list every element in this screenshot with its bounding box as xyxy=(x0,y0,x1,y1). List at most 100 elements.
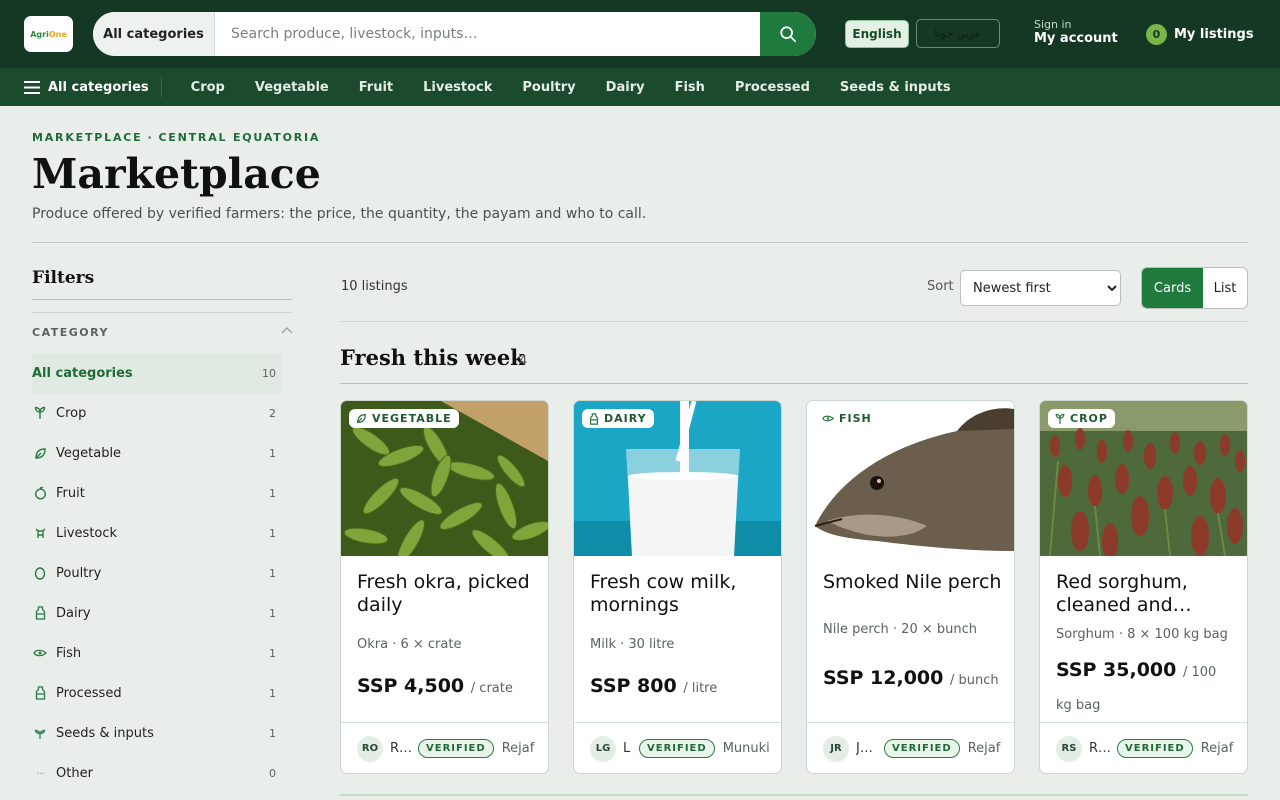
all-categories-menu[interactable]: All categories xyxy=(24,77,162,97)
avatar: LG xyxy=(590,735,616,762)
section-title: Fresh this week xyxy=(340,345,525,370)
listing-meta: Okra · 6 × crate xyxy=(357,637,462,652)
price-value: SSP 800 xyxy=(590,675,677,697)
filter-all-categories[interactable]: All categories 10 xyxy=(32,353,282,393)
listings-count-badge: 0 xyxy=(1146,24,1167,45)
site-logo[interactable]: Agri One xyxy=(24,16,73,52)
filter-livestock[interactable]: Livestock 1 xyxy=(32,513,282,553)
price-value: SSP 4,500 xyxy=(357,675,465,697)
filter-label: Dairy xyxy=(56,605,91,621)
listing-footer: RS R… VERIFIED Rejaf xyxy=(1040,722,1247,773)
listing-title[interactable]: Red sorghum, cleaned and… xyxy=(1056,571,1236,617)
filter-label: All categories xyxy=(32,365,133,381)
leaf-icon xyxy=(32,445,48,461)
price-value: SSP 12,000 xyxy=(823,667,944,689)
category-nav: All categories Crop Vegetable Fruit Live… xyxy=(0,68,1280,106)
filter-seeds-inputs[interactable]: Seeds & inputs 1 xyxy=(32,713,282,753)
listing-price: SSP 800 / litre xyxy=(590,675,717,697)
filter-crop[interactable]: Crop 2 xyxy=(32,393,282,433)
listing-card[interactable]: DAIRY Fresh cow milk, mornings Milk · 30… xyxy=(573,400,782,774)
account-link[interactable]: Sign in My account xyxy=(1034,18,1118,46)
listing-location: Rejaf xyxy=(501,741,535,756)
seller-name[interactable]: R… xyxy=(390,741,412,756)
listing-title[interactable]: Fresh okra, picked daily xyxy=(357,571,537,617)
sprout-icon xyxy=(1055,413,1065,424)
listing-card[interactable]: CROP Red sorghum, cleaned and… Sorghum ·… xyxy=(1039,400,1248,774)
seller-name[interactable]: J… xyxy=(856,741,878,756)
filter-other[interactable]: ··· Other 0 xyxy=(32,753,282,793)
view-cards-button[interactable]: Cards xyxy=(1142,268,1203,308)
search-input[interactable] xyxy=(215,12,760,56)
verified-badge: VERIFIED xyxy=(1117,739,1193,758)
listing-meta: Sorghum · 8 × 100 kg bag xyxy=(1056,627,1228,642)
nav-item-crop[interactable]: Crop xyxy=(191,80,225,95)
hamburger-icon xyxy=(24,80,40,94)
listing-title[interactable]: Fresh cow milk, mornings xyxy=(590,571,770,617)
category-tag: DAIRY xyxy=(582,409,654,428)
filter-label: Processed xyxy=(56,685,122,701)
price-unit: / bunch xyxy=(950,673,999,688)
listing-location: Munuki xyxy=(722,741,770,756)
language-english-button[interactable]: English xyxy=(845,20,909,48)
filter-dairy[interactable]: Dairy 1 xyxy=(32,593,282,633)
listing-title[interactable]: Smoked Nile perch xyxy=(823,571,1003,594)
filter-fish[interactable]: Fish 1 xyxy=(32,633,282,673)
category-tag-label: DAIRY xyxy=(604,412,647,425)
search-icon xyxy=(780,26,797,43)
verified-badge: VERIFIED xyxy=(884,739,960,758)
apple-icon xyxy=(32,485,48,501)
search-category-select[interactable]: All categories xyxy=(93,12,215,56)
sprout-icon xyxy=(32,405,48,421)
search-button[interactable] xyxy=(760,12,816,56)
filter-count: 1 xyxy=(269,486,276,500)
top-bar: AgriOne All categories English عربي جوبا… xyxy=(0,0,1280,68)
filter-label: Livestock xyxy=(56,525,118,541)
listing-card[interactable]: VEGETABLE Fresh okra, picked daily Okra … xyxy=(340,400,549,774)
filter-processed[interactable]: Processed 1 xyxy=(32,673,282,713)
filter-count: 1 xyxy=(269,686,276,700)
nav-item-vegetable[interactable]: Vegetable xyxy=(255,80,329,95)
nav-item-fish[interactable]: Fish xyxy=(675,80,705,95)
nav-item-livestock[interactable]: Livestock xyxy=(423,80,492,95)
nav-item-poultry[interactable]: Poultry xyxy=(522,80,575,95)
view-list-button[interactable]: List xyxy=(1203,268,1247,308)
sort-label: Sort xyxy=(927,279,954,294)
breadcrumb: MARKETPLACE · CENTRAL EQUATORIA xyxy=(32,131,320,144)
divider xyxy=(32,299,292,300)
filter-vegetable[interactable]: Vegetable 1 xyxy=(32,433,282,473)
sort-select[interactable]: Newest first xyxy=(960,270,1121,306)
leaf-icon xyxy=(357,414,366,423)
filter-poultry[interactable]: Poultry 1 xyxy=(32,553,282,593)
language-arabic-button[interactable]: عربي جوبا xyxy=(916,19,1000,48)
nav-item-fruit[interactable]: Fruit xyxy=(359,80,393,95)
filter-fruit[interactable]: Fruit 1 xyxy=(32,473,282,513)
category-filter-list: All categories 10 Crop 2 Vegetable 1 Fru… xyxy=(32,353,282,793)
listing-card[interactable]: FISH Smoked Nile perch Nile perch · 20 ×… xyxy=(806,400,1015,774)
nav-item-dairy[interactable]: Dairy xyxy=(606,80,645,95)
cow-icon xyxy=(32,525,48,541)
listing-meta: Milk · 30 litre xyxy=(590,637,675,652)
category-filter-heading[interactable]: CATEGORY xyxy=(32,326,109,339)
listings-count: 10 listings xyxy=(341,279,408,294)
my-listings-label: My listings xyxy=(1174,27,1254,42)
breadcrumb-region[interactable]: CENTRAL EQUATORIA xyxy=(158,131,320,144)
dots-icon: ··· xyxy=(36,766,45,780)
chevron-up-icon[interactable] xyxy=(281,326,293,334)
filter-count: 1 xyxy=(269,526,276,540)
listing-footer: JR J… VERIFIED Rejaf xyxy=(807,722,1014,773)
seller-name[interactable]: R… xyxy=(1089,741,1111,756)
my-listings-link[interactable]: 0 My listings xyxy=(1146,24,1254,45)
filter-label: Fruit xyxy=(56,485,85,501)
verified-badge: VERIFIED xyxy=(418,739,494,758)
filter-count: 1 xyxy=(269,566,276,580)
listing-price: SSP 35,000 / 100 kg bag xyxy=(1056,655,1236,721)
filter-label: Other xyxy=(56,765,93,781)
section-divider xyxy=(340,794,1248,796)
nav-item-processed[interactable]: Processed xyxy=(735,80,810,95)
listing-footer: RO R… VERIFIED Rejaf xyxy=(341,722,548,773)
seedling-icon xyxy=(32,725,48,741)
breadcrumb-marketplace[interactable]: MARKETPLACE xyxy=(32,131,142,144)
seller-name[interactable]: L xyxy=(623,741,633,756)
nav-item-seeds-inputs[interactable]: Seeds & inputs xyxy=(840,80,951,95)
avatar: RS xyxy=(1056,735,1082,762)
